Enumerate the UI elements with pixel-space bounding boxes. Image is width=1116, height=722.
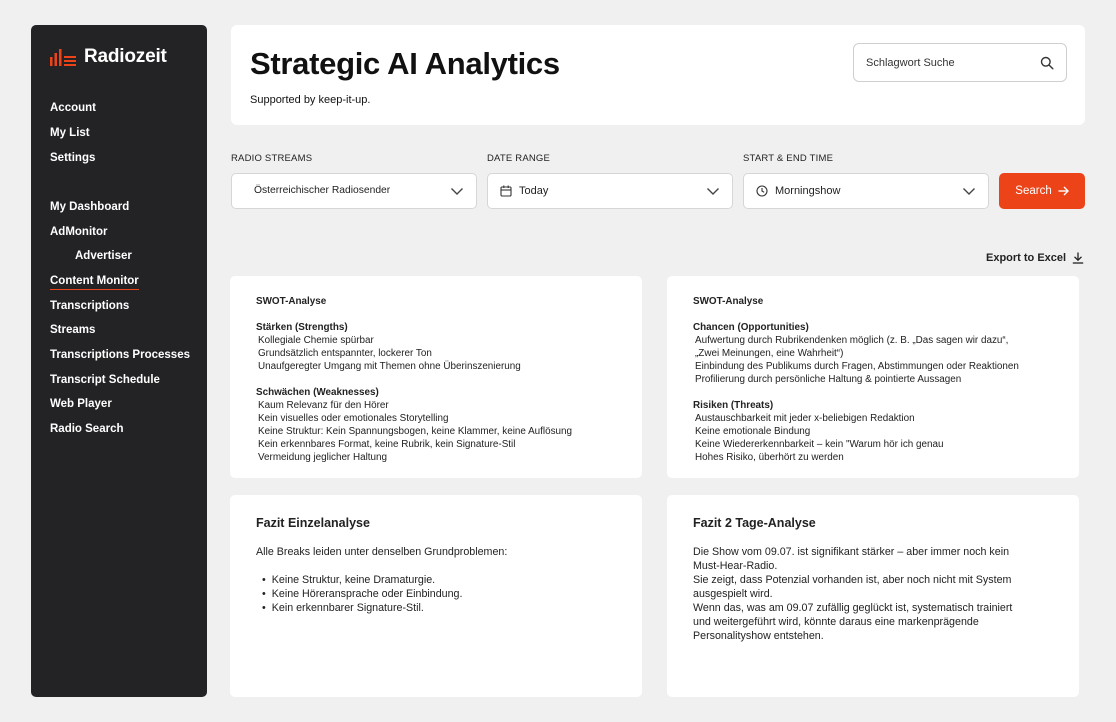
start-end-time-label: START & END TIME [743, 153, 834, 164]
search-icon[interactable] [1040, 56, 1054, 70]
section-heading: Stärken (Strengths) [256, 322, 348, 333]
download-icon [1072, 252, 1084, 264]
nav-web-player[interactable]: Web Player [50, 398, 112, 410]
search-button[interactable]: Search [999, 173, 1085, 209]
swot-card-left: SWOT-Analyse Stärken (Strengths) Kollegi… [230, 276, 642, 478]
swot-card-right: SWOT-Analyse Chancen (Opportunities) Auf… [667, 276, 1079, 478]
nav-advertiser[interactable]: Advertiser [75, 250, 132, 262]
page-title: Strategic AI Analytics [250, 46, 560, 81]
card-title: SWOT-Analyse [256, 296, 327, 307]
text-line: und weitergeführt wird, könnte daraus ei… [693, 616, 979, 628]
list-item: Grundsätzlich entspannter, lockerer Ton [258, 348, 432, 359]
nav-transcript-schedule[interactable]: Transcript Schedule [50, 374, 160, 386]
radio-streams-label: RADIO STREAMS [231, 153, 313, 164]
list-item: Kollegiale Chemie spürbar [258, 335, 374, 346]
logo-bars-icon [50, 49, 76, 66]
date-range-value: Today [519, 185, 549, 197]
section-heading: Risiken (Threats) [693, 400, 774, 411]
text-line: ausgespielt wird. [693, 588, 773, 600]
list-item: Austauschbarkeit mit jeder x-beliebigen … [695, 413, 915, 424]
list-item: Einbindung des Publikums durch Fragen, A… [695, 361, 1019, 372]
nav-transcriptions-processes[interactable]: Transcriptions Processes [50, 349, 190, 361]
nav-streams[interactable]: Streams [50, 324, 95, 336]
card-title: Fazit Einzelanalyse [256, 516, 370, 530]
page-subtitle: Supported by keep-it-up. [250, 94, 371, 106]
list-item: Kein erkennbarer Signature-Stil. [262, 601, 642, 615]
nav-transcriptions[interactable]: Transcriptions [50, 300, 129, 312]
date-range-label: DATE RANGE [487, 153, 551, 164]
sidebar: Radiozeit Account My List Settings My Da… [31, 25, 207, 697]
nav-radio-search[interactable]: Radio Search [50, 423, 124, 435]
card-title: SWOT-Analyse [693, 296, 764, 307]
nav-settings[interactable]: Settings [50, 152, 95, 164]
list-item: Keine emotionale Bindung [695, 426, 811, 437]
section-heading: Chancen (Opportunities) [693, 322, 809, 333]
radio-streams-select[interactable]: Österreichischer Radiosender [231, 173, 477, 209]
logo[interactable]: Radiozeit [50, 46, 167, 68]
search-placeholder: Schlagwort Suche [866, 57, 955, 69]
logo-text: Radiozeit [84, 46, 167, 67]
text-line: Personalityshow entstehen. [693, 630, 824, 642]
list-item: Keine Struktur: Kein Spannungsbogen, kei… [258, 426, 573, 437]
card-title: Fazit 2 Tage-Analyse [693, 516, 816, 530]
time-value: Morningshow [775, 185, 841, 197]
calendar-icon [500, 185, 512, 197]
page-header: Strategic AI Analytics Supported by keep… [231, 25, 1085, 125]
list-item: Keine Höreransprache oder Einbindung. [262, 587, 642, 601]
list-item: Aufwertung durch Rubrikendenken möglich … [695, 335, 1009, 346]
nav-admonitor[interactable]: AdMonitor [50, 226, 107, 238]
list-item: „Zwei Meinungen, eine Wahrheit“) [695, 348, 844, 359]
nav-content-monitor[interactable]: Content Monitor [50, 275, 139, 290]
list-item: Kein visuelles oder emotionales Storytel… [258, 413, 449, 424]
radio-streams-value: Österreichischer Radiosender [254, 185, 391, 196]
list-item: Kaum Relevanz für den Hörer [258, 400, 389, 411]
chevron-down-icon [963, 188, 975, 195]
list-item: Kein erkennbares Format, keine Rubrik, k… [258, 439, 516, 450]
export-to-excel-button[interactable]: Export to Excel [986, 252, 1084, 264]
nav-my-dashboard[interactable]: My Dashboard [50, 201, 129, 213]
list-item: Keine Struktur, keine Dramaturgie. [262, 573, 642, 587]
text-line: Wenn das, was am 09.07 zufällig geglückt… [693, 602, 1013, 614]
time-select[interactable]: Morningshow [743, 173, 989, 209]
list-item: Keine Wiedererkennbarkeit – kein "Warum … [695, 439, 944, 450]
export-label: Export to Excel [986, 252, 1067, 264]
text-line: Die Show vom 09.07. ist signifikant stär… [693, 546, 1010, 558]
fazit-bullet-list: Keine Struktur, keine Dramaturgie. Keine… [256, 573, 642, 615]
list-item: Hohes Risiko, überhört zu werden [695, 452, 844, 463]
list-item: Unaufgeregter Umgang mit Themen ohne Übe… [258, 361, 521, 372]
text-line: Must-Hear-Radio. [693, 560, 778, 572]
search-button-label: Search [1015, 185, 1052, 197]
section-heading: Schwächen (Weaknesses) [256, 387, 379, 398]
chevron-down-icon [451, 188, 463, 195]
clock-icon [756, 185, 768, 197]
nav-account[interactable]: Account [50, 102, 96, 114]
chevron-down-icon [707, 188, 719, 195]
arrow-right-icon [1058, 186, 1069, 196]
fazit-card-left: Fazit Einzelanalyse Alle Breaks leiden u… [230, 495, 642, 697]
fazit-intro: Alle Breaks leiden unter denselben Grund… [256, 546, 508, 558]
keyword-search-input[interactable]: Schlagwort Suche [853, 43, 1067, 82]
list-item: Profilierung durch persönliche Haltung &… [695, 374, 962, 385]
list-item: Vermeidung jeglicher Haltung [258, 452, 388, 463]
fazit-card-right: Fazit 2 Tage-Analyse Die Show vom 09.07.… [667, 495, 1079, 697]
nav-my-list[interactable]: My List [50, 127, 90, 139]
date-range-select[interactable]: Today [487, 173, 733, 209]
text-line: Sie zeigt, dass Potenzial vorhanden ist,… [693, 574, 1012, 586]
